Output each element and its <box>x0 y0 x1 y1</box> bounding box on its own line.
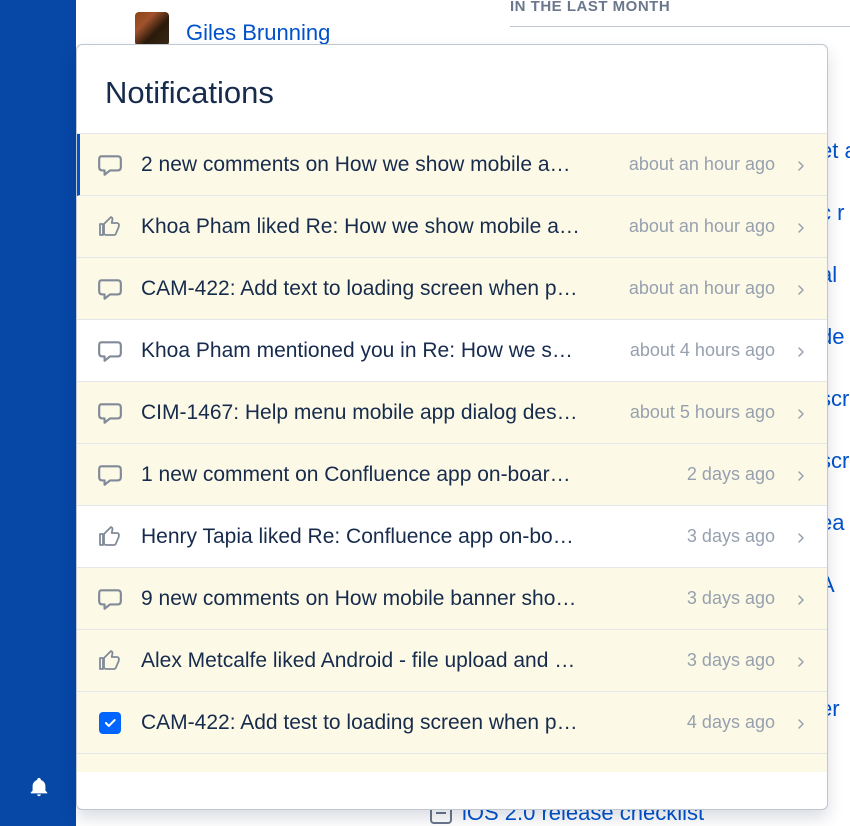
task-done-icon <box>97 710 123 736</box>
chevron-right-icon <box>795 159 807 171</box>
notification-item[interactable]: CAM-422: Add test to loading screen when… <box>77 692 827 754</box>
comment-icon <box>97 400 123 426</box>
chevron-right-icon <box>795 717 807 729</box>
comment-icon <box>97 462 123 488</box>
notification-text: 2 new comments on How we show mobile a… <box>141 153 629 177</box>
chevron-right-icon <box>795 531 807 543</box>
notification-item[interactable]: 9 new comments on How mobile banner sho…… <box>77 568 827 630</box>
notification-time: 3 days ago <box>687 650 795 671</box>
chevron-right-icon <box>795 345 807 357</box>
notification-text: Henry Tapia liked Re: Confluence app on-… <box>141 525 687 549</box>
notification-time: 2 days ago <box>687 464 795 485</box>
chevron-right-icon <box>795 469 807 481</box>
notification-text: Khoa Pham mentioned you in Re: How we s… <box>141 339 630 363</box>
notification-item[interactable] <box>77 754 827 772</box>
notification-item[interactable]: 1 new comment on Confluence app on-boar…… <box>77 444 827 506</box>
notification-time: about an hour ago <box>629 154 795 175</box>
comment-icon <box>97 338 123 364</box>
notification-time: 3 days ago <box>687 526 795 547</box>
chevron-right-icon <box>795 221 807 233</box>
notification-item[interactable]: CIM-1467: Help menu mobile app dialog de… <box>77 382 827 444</box>
like-icon <box>97 214 123 240</box>
notification-text: 9 new comments on How mobile banner sho… <box>141 587 687 611</box>
notification-text: CAM-422: Add text to loading screen when… <box>141 277 629 301</box>
notification-item[interactable]: CAM-422: Add text to loading screen when… <box>77 258 827 320</box>
notification-time: about 5 hours ago <box>630 402 795 423</box>
notification-time: about an hour ago <box>629 216 795 237</box>
notification-item[interactable]: Khoa Pham mentioned you in Re: How we s…… <box>77 320 827 382</box>
chevron-right-icon <box>795 407 807 419</box>
section-header: IN THE LAST MONTH <box>510 0 670 15</box>
notification-text: 1 new comment on Confluence app on-boar… <box>141 463 687 487</box>
notification-text: Alex Metcalfe liked Android - file uploa… <box>141 649 687 673</box>
chevron-right-icon <box>795 283 807 295</box>
comment-icon <box>97 276 123 302</box>
like-icon <box>97 524 123 550</box>
notification-time: 3 days ago <box>687 588 795 609</box>
notification-time: about an hour ago <box>629 278 795 299</box>
panel-title: Notifications <box>77 45 827 133</box>
notification-item[interactable]: Henry Tapia liked Re: Confluence app on-… <box>77 506 827 568</box>
user-link[interactable]: Giles Brunning <box>186 20 330 46</box>
notification-item[interactable]: Khoa Pham liked Re: How we show mobile a… <box>77 196 827 258</box>
app-sidebar <box>0 0 76 826</box>
avatar[interactable] <box>135 12 169 46</box>
notification-time: 4 days ago <box>687 712 795 733</box>
notifications-list: 2 new comments on How we show mobile a…a… <box>77 133 827 772</box>
comment-icon <box>97 586 123 612</box>
comment-icon <box>97 152 123 178</box>
notification-text: CIM-1467: Help menu mobile app dialog de… <box>141 401 630 425</box>
chevron-right-icon <box>795 593 807 605</box>
like-icon <box>97 648 123 674</box>
notification-item[interactable]: 2 new comments on How we show mobile a…a… <box>77 134 827 196</box>
notification-time: about 4 hours ago <box>630 340 795 361</box>
notifications-panel: Notifications 2 new comments on How we s… <box>76 44 828 810</box>
notification-text: Khoa Pham liked Re: How we show mobile a… <box>141 215 629 239</box>
divider <box>510 26 850 27</box>
notification-text: CAM-422: Add test to loading screen when… <box>141 711 687 735</box>
notification-item[interactable]: Alex Metcalfe liked Android - file uploa… <box>77 630 827 692</box>
chevron-right-icon <box>795 655 807 667</box>
bell-icon[interactable] <box>28 776 50 798</box>
